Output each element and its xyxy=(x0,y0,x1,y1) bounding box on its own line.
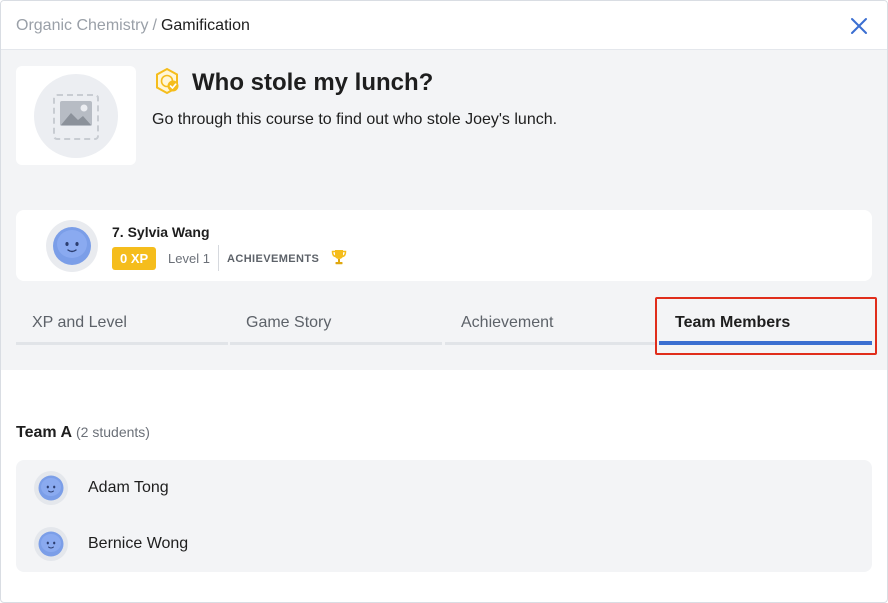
tab-underline xyxy=(16,342,228,345)
student-name: 7. Sylvia Wang xyxy=(112,224,210,240)
list-item[interactable]: Adam Tong xyxy=(16,460,872,516)
divider xyxy=(218,245,219,271)
tab-label: XP and Level xyxy=(32,314,127,331)
member-name: Bernice Wong xyxy=(88,535,189,552)
xp-badge: 0 XP xyxy=(112,247,157,270)
member-avatar xyxy=(34,471,68,505)
breadcrumb: Organic Chemistry / Gamification xyxy=(16,16,250,36)
tab-team-members[interactable]: Team Members xyxy=(659,300,872,345)
level-text: Level 1 xyxy=(168,251,210,266)
trophy-icon[interactable] xyxy=(330,248,348,266)
tab-underline xyxy=(445,342,657,345)
team-name: Team A xyxy=(16,424,73,441)
student-avatar xyxy=(46,220,98,272)
achievements-label[interactable]: ACHIEVEMENTS xyxy=(227,252,319,266)
gamification-dialog: Organic Chemistry / Gamification Who sto… xyxy=(0,0,888,603)
tab-xp-and-level[interactable]: XP and Level xyxy=(16,300,228,345)
course-title: Who stole my lunch? xyxy=(192,69,434,96)
member-avatar xyxy=(34,527,68,561)
breadcrumb-separator: / xyxy=(152,17,157,34)
badge-check-icon xyxy=(156,67,179,95)
team-heading: Team A (2 students) xyxy=(16,422,150,443)
tab-bar: XP and Level Game Story Achievement Team… xyxy=(16,300,872,345)
tab-achievement[interactable]: Achievement xyxy=(445,300,657,345)
breadcrumb-parent[interactable]: Organic Chemistry xyxy=(16,17,148,34)
breadcrumb-current: Gamification xyxy=(160,17,250,34)
image-placeholder-icon xyxy=(53,94,99,140)
course-overview: Who stole my lunch? Go through this cour… xyxy=(1,50,887,370)
close-button[interactable] xyxy=(848,15,870,37)
member-name: Adam Tong xyxy=(88,479,169,496)
course-description: Go through this course to find out who s… xyxy=(152,111,558,128)
tab-label: Game Story xyxy=(246,314,332,331)
student-profile-card: 7. Sylvia Wang 0 XP Level 1 ACHIEVEMENTS xyxy=(16,210,872,281)
tab-label: Achievement xyxy=(461,314,554,331)
dialog-header: Organic Chemistry / Gamification xyxy=(1,1,887,50)
tab-underline-active xyxy=(659,341,872,345)
course-thumbnail xyxy=(16,66,136,165)
tab-game-story[interactable]: Game Story xyxy=(230,300,442,345)
team-count: (2 students) xyxy=(76,424,150,440)
close-icon xyxy=(851,18,867,34)
team-member-list: Adam Tong Bernice Wong xyxy=(16,460,872,572)
tab-underline xyxy=(230,342,442,345)
list-item[interactable]: Bernice Wong xyxy=(16,516,872,572)
tab-label: Team Members xyxy=(675,314,791,331)
